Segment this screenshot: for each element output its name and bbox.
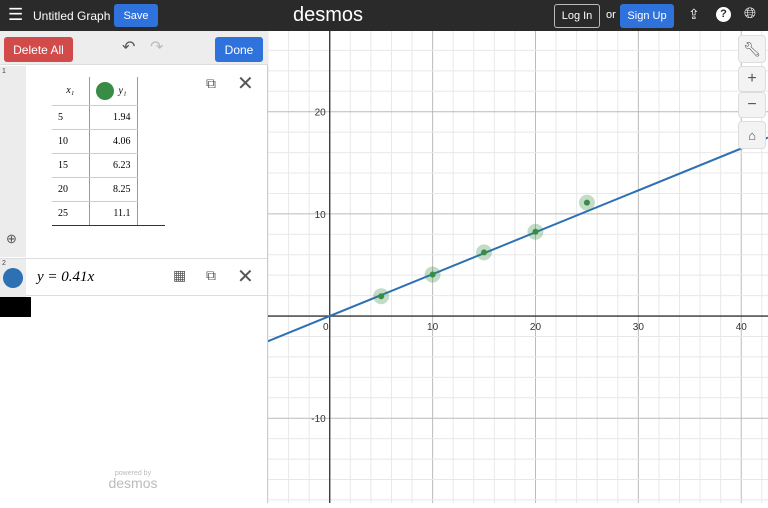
data-point [532, 228, 539, 235]
or-text: or [606, 9, 616, 21]
expression-panel: Delete All ↶ ↷ Done 1 ⊕ x₁ y₁ 5 1.94 10 4.0… [0, 31, 268, 503]
graph-svg[interactable]: 0 10 20 30 40 -10 10 20 [267, 29, 768, 503]
signup-button[interactable]: Sign Up [620, 4, 674, 28]
delete-all-button[interactable]: Delete All [4, 37, 73, 62]
done-button[interactable]: Done [215, 37, 263, 62]
table-row: 20 8.25 [52, 177, 138, 202]
regression-line [267, 136, 768, 343]
y-cell[interactable]: 4.06 [89, 129, 138, 154]
x-cell[interactable]: 5 [52, 105, 90, 130]
x-cell[interactable]: 20 [52, 177, 90, 202]
data-point [481, 249, 488, 256]
table-row: 15 6.23 [52, 153, 138, 178]
data-point [429, 271, 436, 278]
table-row: 10 4.06 [52, 129, 138, 154]
expression-index: 2 [2, 260, 6, 267]
share-icon[interactable]: ⇪ [688, 6, 700, 23]
graph-title[interactable]: Untitled Graph [33, 9, 110, 23]
table-row: 25 11.1 [52, 201, 138, 226]
login-button[interactable]: Log In [554, 4, 600, 28]
column-header-x[interactable]: x₁ [52, 77, 90, 106]
redo-icon[interactable]: ↷ [150, 37, 163, 57]
y-cell[interactable]: 11.1 [89, 201, 138, 226]
color-swatch[interactable] [95, 81, 114, 100]
menu-icon[interactable]: ☰ [8, 5, 23, 25]
y-tick-label: 10 [315, 210, 327, 221]
x-tick-label: 0 [323, 322, 329, 333]
expression-index: 1 [2, 68, 6, 75]
help-icon[interactable]: ? [716, 7, 731, 22]
delete-expression-icon[interactable]: ✕ [237, 264, 254, 289]
new-expression-marker[interactable] [0, 297, 31, 317]
settings-wrench-icon[interactable]: 🔧︎ [738, 35, 766, 63]
save-button[interactable]: Save [114, 4, 158, 27]
data-point [378, 293, 385, 300]
expression-input[interactable]: y = 0.41x [37, 269, 94, 286]
zoom-out-button[interactable]: − [738, 92, 766, 118]
zoom-fit-icon[interactable]: ⊕ [6, 231, 17, 247]
y-cell[interactable]: 6.23 [89, 153, 138, 178]
x-cell[interactable]: 15 [52, 153, 90, 178]
duplicate-icon[interactable]: ⧉ [206, 267, 216, 284]
powered-by: powered by desmos [108, 470, 158, 491]
data-table: x₁ y₁ 5 1.94 10 4.06 15 6.23 20 8.25 25 11.1 [52, 77, 138, 226]
data-point [583, 199, 590, 206]
expression-toolbar: Delete All ↶ ↷ Done [0, 31, 268, 65]
x-tick-label: 30 [633, 322, 645, 333]
x-cell[interactable]: 10 [52, 129, 90, 154]
duplicate-icon[interactable]: ⧉ [206, 75, 216, 92]
x-tick-label: 40 [736, 322, 748, 333]
expression-gutter [0, 66, 26, 257]
home-icon[interactable]: ⌂ [738, 121, 766, 149]
globe-icon[interactable]: 🌐︎ [744, 5, 756, 22]
x-cell[interactable]: 25 [52, 201, 90, 226]
zoom-in-button[interactable]: + [738, 66, 766, 92]
table-icon[interactable]: ▦ [173, 267, 186, 284]
table-bottom-border [52, 224, 165, 226]
table-expression: x₁ y₁ 5 1.94 10 4.06 15 6.23 20 8.25 25 11.1 [52, 77, 165, 226]
undo-icon[interactable]: ↶ [122, 37, 135, 57]
expression-row[interactable]: 2 y = 0.41x ▦ ⧉ ✕ [0, 258, 267, 297]
y-cell[interactable]: 8.25 [89, 177, 138, 202]
column-header-y[interactable]: y₁ [89, 77, 138, 106]
color-swatch[interactable] [3, 268, 23, 288]
x-tick-label: 20 [530, 322, 542, 333]
top-bar: ☰ Untitled Graph Save desmos Log In or S… [0, 0, 768, 31]
graph-canvas[interactable]: 0 10 20 30 40 -10 10 20 🔧︎ + − ⌂ [267, 29, 768, 503]
y-cell[interactable]: 1.94 [89, 105, 138, 130]
table-row: 5 1.94 [52, 105, 138, 130]
desmos-logo: desmos [293, 4, 364, 26]
y-tick-label: -10 [311, 414, 326, 425]
delete-expression-icon[interactable]: ✕ [237, 71, 254, 96]
y-tick-label: 20 [315, 108, 327, 119]
x-tick-label: 10 [427, 322, 439, 333]
